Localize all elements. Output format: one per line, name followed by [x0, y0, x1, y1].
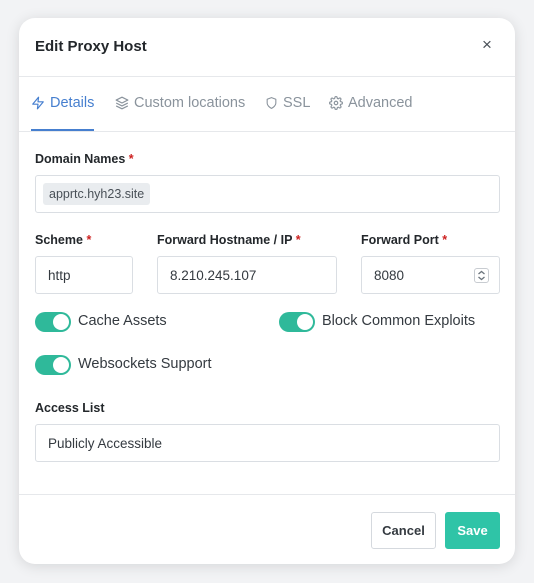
scheme-label: Scheme *	[35, 233, 92, 247]
required-mark: *	[128, 152, 134, 166]
access-list-select[interactable]: Publicly Accessible	[35, 424, 500, 462]
save-button[interactable]: Save	[445, 512, 500, 549]
tab-label: Custom locations	[134, 95, 246, 111]
required-mark: *	[295, 233, 301, 247]
tab-details[interactable]: Details	[31, 76, 95, 131]
cache-assets-toggle[interactable]	[35, 312, 71, 332]
domain-names-label: Domain Names *	[35, 152, 134, 166]
required-mark: *	[442, 233, 448, 247]
access-list-label: Access List	[35, 401, 105, 415]
tab-label: Advanced	[348, 95, 413, 111]
required-mark: *	[86, 233, 92, 247]
forward-port-label: Forward Port *	[361, 233, 448, 247]
toggle-knob	[297, 314, 313, 330]
dialog-footer: Cancel Save	[19, 494, 515, 564]
shield-icon	[266, 97, 277, 109]
cache-assets-label: Cache Assets	[78, 313, 167, 329]
scheme-input[interactable]: http	[35, 256, 133, 294]
tab-label: Details	[50, 95, 95, 111]
tab-advanced[interactable]: Advanced	[329, 76, 413, 130]
tab-bar: Details Custom locations SSL Advanced	[19, 76, 515, 132]
block-common-exploits-label: Block Common Exploits	[322, 313, 476, 329]
toggle-knob	[53, 314, 69, 330]
domain-chip[interactable]: apprtc.hyh23.site	[43, 183, 151, 205]
gear-icon	[329, 96, 343, 110]
toggle-knob	[53, 357, 69, 373]
forward-hostname-label: Forward Hostname / IP *	[157, 233, 301, 247]
dialog-header: Edit Proxy Host ×	[19, 18, 515, 77]
dialog-title: Edit Proxy Host	[35, 38, 147, 55]
tab-custom-locations[interactable]: Custom locations	[115, 76, 245, 130]
domain-names-input[interactable]: apprtc.hyh23.site	[35, 175, 500, 213]
close-icon[interactable]: ×	[477, 35, 497, 55]
block-common-exploits-toggle[interactable]	[279, 312, 315, 332]
forward-port-input[interactable]: 8080	[361, 256, 500, 294]
tab-label: SSL	[283, 95, 311, 111]
websockets-support-label: Websockets Support	[78, 356, 212, 372]
forward-hostname-input[interactable]: 8.210.245.107	[157, 256, 337, 294]
lightning-icon	[32, 96, 44, 110]
cancel-button[interactable]: Cancel	[371, 512, 436, 549]
websockets-support-toggle[interactable]	[35, 355, 71, 375]
port-stepper-icon[interactable]	[474, 268, 489, 283]
edit-proxy-host-dialog: Edit Proxy Host × Details Custom locatio…	[19, 18, 515, 564]
layers-icon	[115, 96, 129, 110]
tab-ssl[interactable]: SSL	[265, 76, 310, 130]
